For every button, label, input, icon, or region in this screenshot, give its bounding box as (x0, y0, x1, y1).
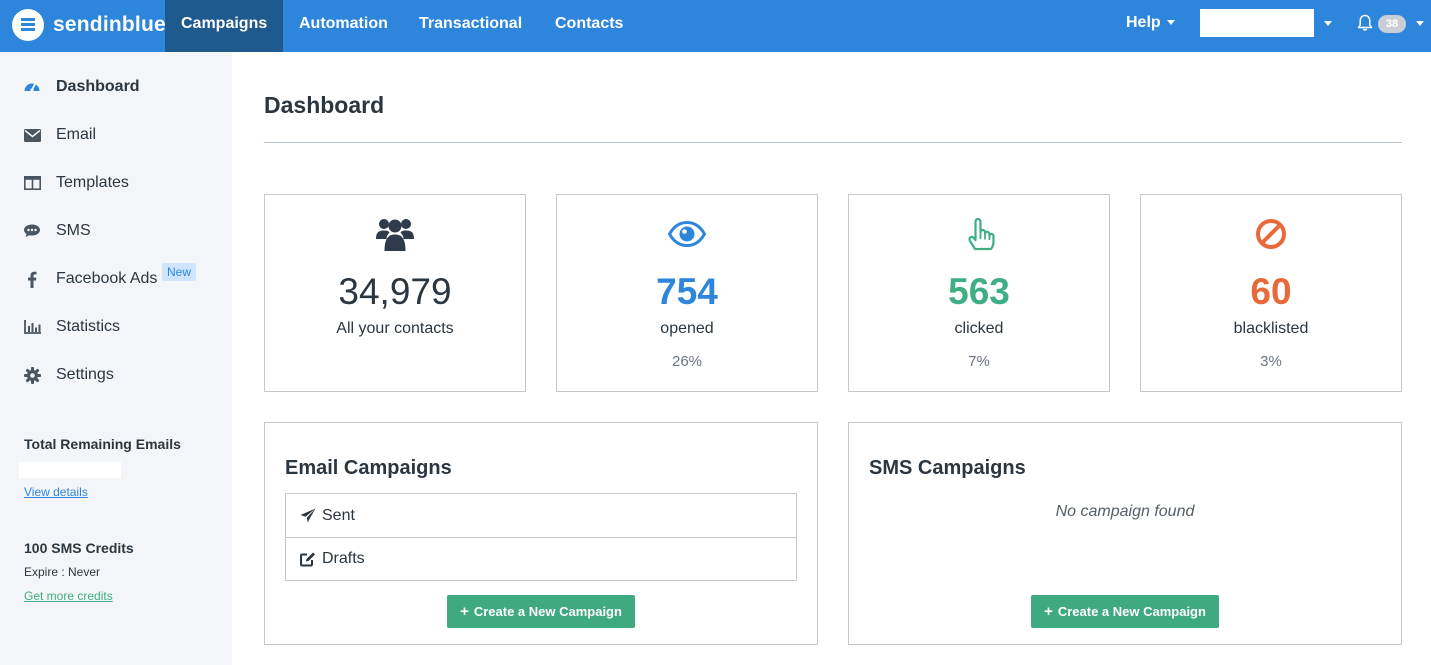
panel-title: Email Campaigns (285, 457, 452, 479)
facebook-icon (22, 269, 42, 289)
statistics-icon (22, 317, 42, 337)
sms-expire-text: Expire : Never (24, 565, 101, 579)
chevron-down-icon (1166, 20, 1175, 26)
notification-badge[interactable]: 38 (1378, 15, 1406, 33)
envelope-icon (22, 125, 42, 145)
bell-icon[interactable] (1357, 14, 1373, 32)
paper-plane-icon (300, 507, 318, 525)
stat-percent: 26% (671, 353, 703, 370)
sms-credits-heading: 100 SMS Credits (24, 540, 134, 556)
help-label: Help (1126, 14, 1161, 31)
nav-transactional[interactable]: Transactional (403, 0, 538, 52)
nav-automation[interactable]: Automation (283, 0, 404, 52)
eye-icon (557, 215, 817, 255)
stat-value: 563 (948, 271, 1010, 312)
get-more-credits-link[interactable]: Get more credits (24, 589, 113, 603)
stat-card-clicked[interactable]: 563 clicked 7% (848, 194, 1110, 392)
stat-value: 60 (1250, 271, 1292, 312)
ban-icon (1141, 215, 1401, 255)
list-item-label: Sent (322, 506, 355, 524)
create-sms-campaign-button[interactable]: + Create a New Campaign (1031, 595, 1219, 628)
new-badge: New (162, 263, 197, 281)
gear-icon (22, 365, 42, 385)
stat-card-contacts[interactable]: 34,979 All your contacts (264, 194, 526, 392)
top-navigation-bar: sendinblue Campaigns Automation Transact… (0, 0, 1431, 52)
sms-campaigns-panel: SMS Campaigns No campaign found + Create… (848, 422, 1402, 645)
email-campaigns-list: Sent Drafts (285, 493, 797, 581)
stat-card-blacklisted[interactable]: 60 blacklisted 3% (1140, 194, 1402, 392)
sms-icon (22, 221, 42, 241)
create-email-campaign-button[interactable]: + Create a New Campaign (447, 595, 635, 628)
empty-state-text: No campaign found (1055, 503, 1195, 520)
stat-percent: 7% (968, 353, 990, 370)
stat-label: opened (660, 320, 714, 337)
users-icon (265, 215, 525, 255)
button-label: Create a New Campaign (473, 604, 622, 619)
sidebar-item-label: Statistics (56, 318, 121, 335)
stat-value: 34,979 (338, 271, 452, 312)
email-campaigns-panel: Email Campaigns Sent Drafts + Create a N… (264, 422, 818, 645)
stat-label: clicked (954, 320, 1004, 337)
sidebar-item-label: Dashboard (56, 78, 140, 95)
nav-contacts[interactable]: Contacts (539, 0, 639, 52)
sidebar-item-settings[interactable]: Settings (22, 363, 114, 387)
help-menu[interactable]: Help (1126, 14, 1175, 32)
logo-text: sendinblue (53, 13, 166, 36)
stat-value: 754 (656, 271, 718, 312)
sidebar-item-templates[interactable]: Templates (22, 171, 129, 195)
chevron-down-icon[interactable] (1416, 21, 1424, 26)
sidebar-item-label: Facebook Ads (56, 270, 158, 287)
stat-label: blacklisted (1233, 320, 1309, 337)
sidebar-item-email[interactable]: Email (22, 123, 96, 147)
sidebar-item-sms[interactable]: SMS (22, 219, 91, 243)
pointer-hand-icon (849, 215, 1109, 255)
list-item-sent[interactable]: Sent (286, 494, 796, 537)
list-item-label: Drafts (322, 550, 365, 567)
sidebar-item-label: SMS (56, 222, 91, 239)
stat-percent: 3% (1260, 353, 1282, 370)
edit-icon (300, 550, 318, 568)
stat-card-opened[interactable]: 754 opened 26% (556, 194, 818, 392)
button-label: Create a New Campaign (1057, 604, 1206, 619)
remaining-emails-heading: Total Remaining Emails (24, 436, 181, 452)
plus-icon: + (1044, 603, 1053, 620)
sidebar-item-dashboard[interactable]: Dashboard (22, 75, 140, 99)
sidebar-item-statistics[interactable]: Statistics (22, 315, 120, 339)
account-menu[interactable] (1200, 9, 1314, 37)
logo[interactable]: sendinblue (12, 8, 166, 42)
stat-label: All your contacts (336, 320, 454, 337)
remaining-emails-value (19, 462, 121, 478)
dashboard-icon (22, 77, 42, 97)
page-title: Dashboard (264, 92, 385, 118)
sidebar-item-label: Settings (56, 366, 114, 383)
sidebar-item-label: Templates (56, 174, 129, 191)
nav-campaigns[interactable]: Campaigns (165, 0, 283, 52)
sidebar-item-label: Email (56, 126, 97, 143)
title-divider (264, 142, 1402, 143)
list-item-drafts[interactable]: Drafts (286, 537, 796, 580)
view-details-link[interactable]: View details (24, 485, 88, 499)
chevron-down-icon[interactable] (1324, 21, 1332, 26)
sidebar-item-facebook-ads[interactable]: Facebook Ads (22, 267, 157, 291)
logo-icon (12, 9, 44, 41)
plus-icon: + (460, 603, 469, 620)
templates-icon (22, 173, 42, 193)
panel-title: SMS Campaigns (869, 457, 1026, 479)
